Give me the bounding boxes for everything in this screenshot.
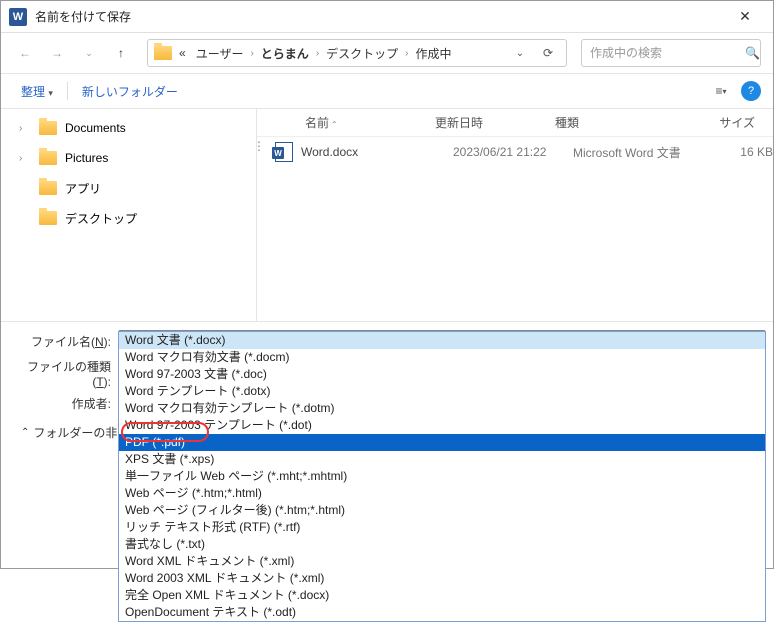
folder-icon [39,151,57,165]
filetype-label: ファイルの種類(T): [9,358,119,389]
word-app-icon: W [9,8,27,26]
new-folder-button[interactable]: 新しいフォルダー [74,79,186,104]
refresh-button[interactable]: ⟳ [536,41,560,65]
window-title: 名前を付けて保存 [35,8,725,25]
author-label: 作成者: [9,395,119,412]
search-input[interactable] [590,46,745,60]
filetype-option[interactable]: Word マクロ有効文書 (*.docm) [119,349,765,366]
file-type: Microsoft Word 文書 [573,144,713,161]
sidebar-item-pictures[interactable]: › Pictures [1,143,256,173]
crumb-0[interactable]: ユーザー [193,45,247,62]
filetype-option[interactable]: Web ページ (*.htm;*.html) [119,485,765,502]
filetype-option[interactable]: Word マクロ有効テンプレート (*.dotm) [119,400,765,417]
up-button[interactable]: ↑ [109,41,133,65]
address-bar[interactable]: « ユーザー › とらまん › デスクトップ › 作成中 ⌄ ⟳ [147,39,567,67]
sidebar-label: デスクトップ [65,210,137,227]
filetype-option[interactable]: リッチ テキスト形式 (RTF) (*.rtf) [119,519,765,536]
filetype-option[interactable]: OpenDocument テキスト (*.odt) [119,604,765,621]
crumb-3[interactable]: 作成中 [413,45,455,62]
filetype-option[interactable]: Word 97-2003 文書 (*.doc) [119,366,765,383]
filetype-option[interactable]: 完全 Open XML ドキュメント (*.docx) [119,587,765,604]
folder-icon [154,46,172,60]
resize-handle[interactable]: ⋮ [257,109,261,321]
sort-asc-icon: ⌃ [331,120,338,129]
back-button[interactable]: ← [13,41,37,65]
toolbar: 整理 ▾ 新しいフォルダー ≡ ▾ ? [1,73,773,109]
file-name: Word.docx [301,145,453,159]
view-mode-button[interactable]: ≡ ▾ [707,79,735,103]
sidebar-label: アプリ [65,180,101,197]
filetype-option[interactable]: Word XML ドキュメント (*.xml) [119,553,765,570]
file-date: 2023/06/21 21:22 [453,145,573,159]
file-list: ⋮ 名前⌃ 更新日時 種類 サイズ Word.docx 2023/06/21 2… [257,109,773,321]
chevron-right-icon: › [316,48,319,59]
chevron-right-icon: › [405,48,408,59]
forward-button[interactable]: → [45,41,69,65]
address-dropdown-icon[interactable]: ⌄ [508,41,532,65]
chevron-right-icon: › [19,123,31,134]
col-name-header[interactable]: 名前⌃ [305,114,435,131]
docx-icon [275,142,293,162]
sidebar-item-apps[interactable]: アプリ [1,173,256,203]
search-box[interactable]: 🔍 [581,39,761,67]
col-date-header[interactable]: 更新日時 [435,114,555,131]
sidebar-label: Pictures [65,151,108,165]
body: › Documents › Pictures アプリ デスクトップ ⋮ 名前⌃ 更新… [1,109,773,321]
col-size-header[interactable]: サイズ [695,114,755,131]
folder-icon [39,121,57,135]
col-type-header[interactable]: 種類 [555,114,695,131]
filetype-option[interactable]: Word 97-2003 テンプレート (*.dot) [119,417,765,434]
filetype-option[interactable]: Web ページ (フィルター後) (*.htm;*.html) [119,502,765,519]
column-headers: 名前⌃ 更新日時 種類 サイズ [257,109,773,137]
nav-bar: ← → ⌄ ↑ « ユーザー › とらまん › デスクトップ › 作成中 ⌄ ⟳… [1,33,773,73]
file-size: 16 KB [713,145,773,159]
recent-dropdown[interactable]: ⌄ [77,41,101,65]
sidebar-item-documents[interactable]: › Documents [1,113,256,143]
filetype-option[interactable]: 単一ファイル Web ページ (*.mht;*.mhtml) [119,468,765,485]
crumb-2[interactable]: デスクトップ [323,45,401,62]
filetype-option[interactable]: XPS 文書 (*.xps) [119,451,765,468]
filetype-option[interactable]: PDF (*.pdf) [119,434,765,451]
chevron-right-icon: › [19,153,31,164]
organize-button[interactable]: 整理 ▾ [13,79,61,104]
close-button[interactable]: ✕ [725,3,765,31]
filetype-option[interactable]: Word 2003 XML ドキュメント (*.xml) [119,570,765,587]
folder-icon [39,181,57,195]
help-button[interactable]: ? [741,81,761,101]
crumb-prefix: « [176,46,189,60]
filetype-dropdown-list: Word 文書 (*.docx)Word マクロ有効文書 (*.docm)Wor… [118,331,766,622]
folder-icon [39,211,57,225]
chevron-right-icon: › [250,48,253,59]
separator [67,82,68,100]
filetype-option[interactable]: Word テンプレート (*.dotx) [119,383,765,400]
crumb-1[interactable]: とらまん [258,45,312,62]
filetype-option[interactable]: Word 文書 (*.docx) [119,332,765,349]
sidebar-item-desktop[interactable]: デスクトップ [1,203,256,233]
chevron-up-icon: ⌃ [21,427,29,438]
sidebar: › Documents › Pictures アプリ デスクトップ [1,109,257,321]
search-icon: 🔍 [745,46,760,60]
filename-label: ファイル名(N): [9,333,119,350]
file-row[interactable]: Word.docx 2023/06/21 21:22 Microsoft Wor… [257,137,773,167]
filetype-option[interactable]: 書式なし (*.txt) [119,536,765,553]
sidebar-label: Documents [65,121,126,135]
titlebar: W 名前を付けて保存 ✕ [1,1,773,33]
